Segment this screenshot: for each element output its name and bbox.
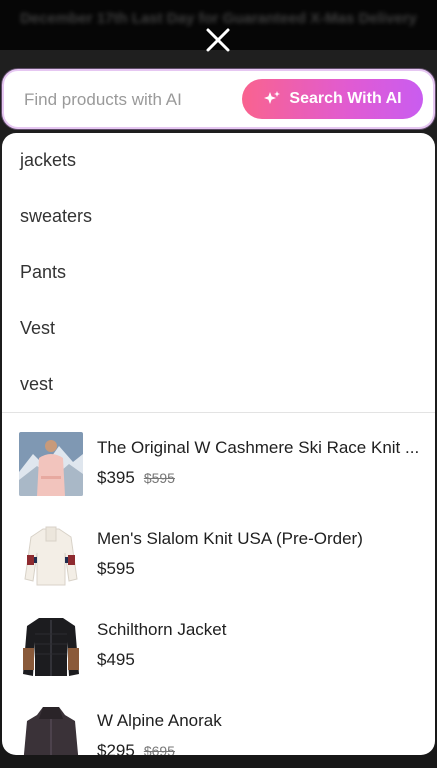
close-icon [206,28,230,52]
product-original-price: $695 [143,743,175,755]
search-bar: Search With AI [2,69,435,129]
suggestion-item[interactable]: vest [2,356,435,412]
suggestion-item[interactable]: sweaters [2,188,435,244]
search-results-panel: jackets sweaters Pants Vest vest The Ori… [2,133,435,755]
suggestion-label: Vest [20,317,56,338]
product-thumbnail [19,523,83,587]
suggestion-label: Pants [20,261,67,282]
product-item[interactable]: The Original W Cashmere Ski Race Knit ..… [2,432,435,523]
product-item[interactable]: W Alpine Anorak $295 $695 [2,705,435,755]
suggestion-item[interactable]: jackets [2,133,435,188]
product-original-price: $595 [143,470,175,486]
close-button[interactable] [201,23,235,57]
suggestion-label: vest [20,373,54,394]
product-price: $395 [97,468,135,487]
search-input[interactable] [22,81,236,119]
product-name: W Alpine Anorak [97,711,222,730]
product-price: $495 [97,650,135,669]
product-thumbnail [19,432,83,496]
sparkle-icon [263,90,281,108]
suggestion-label: sweaters [20,205,93,226]
product-list: The Original W Cashmere Ski Race Knit ..… [2,413,435,755]
suggestion-item[interactable]: Pants [2,244,435,300]
suggestion-item[interactable]: Vest [2,300,435,356]
search-with-ai-label: Search With AI [289,90,402,107]
product-name: Men's Slalom Knit USA (Pre-Order) [97,529,363,548]
search-with-ai-button[interactable]: Search With AI [242,79,423,119]
product-thumbnail [19,614,83,678]
product-item[interactable]: Schilthorn Jacket $495 [2,614,435,705]
product-name: Schilthorn Jacket [97,620,227,639]
suggestion-label: jackets [20,149,77,170]
product-thumbnail [19,705,83,755]
suggestion-list: jackets sweaters Pants Vest vest [2,133,435,412]
product-name: The Original W Cashmere Ski Race Knit ..… [97,438,420,457]
product-price: $295 [97,741,135,755]
product-price: $595 [97,559,135,578]
product-item[interactable]: Men's Slalom Knit USA (Pre-Order) $595 [2,523,435,614]
